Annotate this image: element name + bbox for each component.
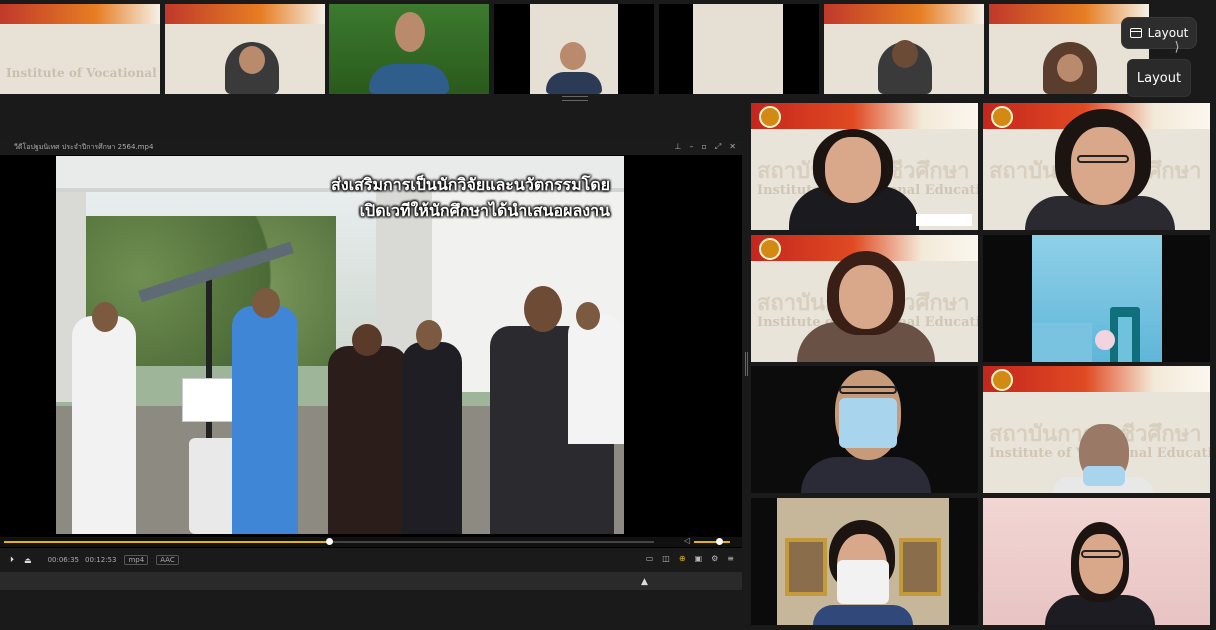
cursor-icon: ▲ xyxy=(641,577,648,587)
format-tag: mp4 xyxy=(124,555,149,565)
name-tag xyxy=(916,214,972,226)
stop-icon[interactable]: ⏏ xyxy=(24,556,32,565)
restore-icon[interactable]: ▫ xyxy=(701,142,706,152)
player-title-bar: วีดีโอปฐมนิเทศ ประจำปีการศึกษา 2564.mp4 … xyxy=(0,140,742,155)
audio-tag: AAC xyxy=(156,555,179,565)
settings-icon[interactable]: ⚙ xyxy=(711,554,718,563)
filmstrip-resize-handle[interactable] xyxy=(562,96,588,101)
video-frame: ส่งเสริมการเป็นนักวิจัยและนวัตกรรมโดย เป… xyxy=(56,156,624,534)
seek-handle[interactable] xyxy=(326,538,333,545)
participant-tile[interactable] xyxy=(983,235,1210,362)
time-total: 00:12:53 xyxy=(85,556,117,564)
volume-icon[interactable]: ◁ xyxy=(684,536,690,545)
time-current: 00:06:35 xyxy=(47,556,80,564)
filmstrip-tile[interactable] xyxy=(824,4,984,94)
volume-slider[interactable] xyxy=(694,541,730,543)
layout-tooltip: Layout xyxy=(1127,59,1191,97)
3d-icon[interactable]: ◫ xyxy=(662,554,670,563)
participant-tile[interactable]: สถาบันการอาชีวศึกษา Institute of Vocatio… xyxy=(751,103,978,230)
stage-resize-handle[interactable] xyxy=(745,352,748,376)
participant-tile[interactable] xyxy=(983,498,1210,625)
filmstrip-tile[interactable] xyxy=(329,4,489,94)
screen-icon[interactable]: ▣ xyxy=(695,554,703,563)
play-icon[interactable]: ⏵ xyxy=(10,555,14,565)
video-caption: ส่งเสริมการเป็นนักวิจัยและนวัตกรรมโดย เป… xyxy=(331,172,610,224)
subtitle-icon[interactable]: ▭ xyxy=(646,554,654,563)
menu-icon[interactable]: ≡ xyxy=(727,554,734,563)
fullscreen-icon[interactable]: ⤢ xyxy=(715,142,721,152)
caption-line-2: เปิดเวทีให้นักศึกษาได้นำเสนอผลงาน xyxy=(359,201,610,220)
player-status-area xyxy=(0,572,742,590)
filmstrip-tile[interactable] xyxy=(165,4,325,94)
caption-line-1: ส่งเสริมการเป็นนักวิจัยและนวัตกรรมโดย xyxy=(331,175,610,194)
filmstrip-tile[interactable] xyxy=(494,4,654,94)
meeting-window: Institute of Vocational Education xyxy=(0,0,1216,630)
layout-icon xyxy=(1129,28,1142,38)
player-controls: ⏵ ⏏ 00:06:35 00:12:53 mp4 AAC ▭ ◫ ⊕ ▣ ⚙ … xyxy=(0,548,742,572)
layout-button-label: Layout xyxy=(1147,26,1189,40)
seek-bar[interactable]: ◁ xyxy=(0,536,742,547)
participant-tile[interactable] xyxy=(751,366,978,493)
volume-handle[interactable] xyxy=(716,538,723,545)
shared-screen[interactable]: วีดีโอปฐมนิเทศ ประจำปีการศึกษา 2564.mp4 … xyxy=(0,140,742,590)
participant-tile[interactable]: สถาบันการอาชีวศึกษา xyxy=(983,103,1210,230)
participant-tile[interactable]: สถาบันการอาชีวศึกษา Institute of Vocatio… xyxy=(983,366,1210,493)
seek-progress xyxy=(4,541,329,543)
participant-tile[interactable] xyxy=(751,498,978,625)
expand-icon[interactable]: ⟩ xyxy=(1162,40,1192,60)
minimize-icon[interactable]: – xyxy=(689,142,693,152)
watermark-text: Institute of Vocational Education xyxy=(6,66,160,80)
player-window-title: วีดีโอปฐมนิเทศ ประจำปีการศึกษา 2564.mp4 xyxy=(14,143,154,151)
zoom-icon[interactable]: ⊕ xyxy=(679,554,686,563)
close-icon[interactable]: ✕ xyxy=(729,142,736,152)
filmstrip-tile[interactable]: Institute of Vocational Education xyxy=(0,4,160,94)
participant-tile[interactable]: สถาบันการอาชีวศึกษา Institute of Vocatio… xyxy=(751,235,978,362)
pin-icon[interactable]: ⊥ xyxy=(675,142,682,152)
filmstrip-tile[interactable] xyxy=(659,4,819,94)
participant-filmstrip: Institute of Vocational Education xyxy=(0,4,1216,94)
